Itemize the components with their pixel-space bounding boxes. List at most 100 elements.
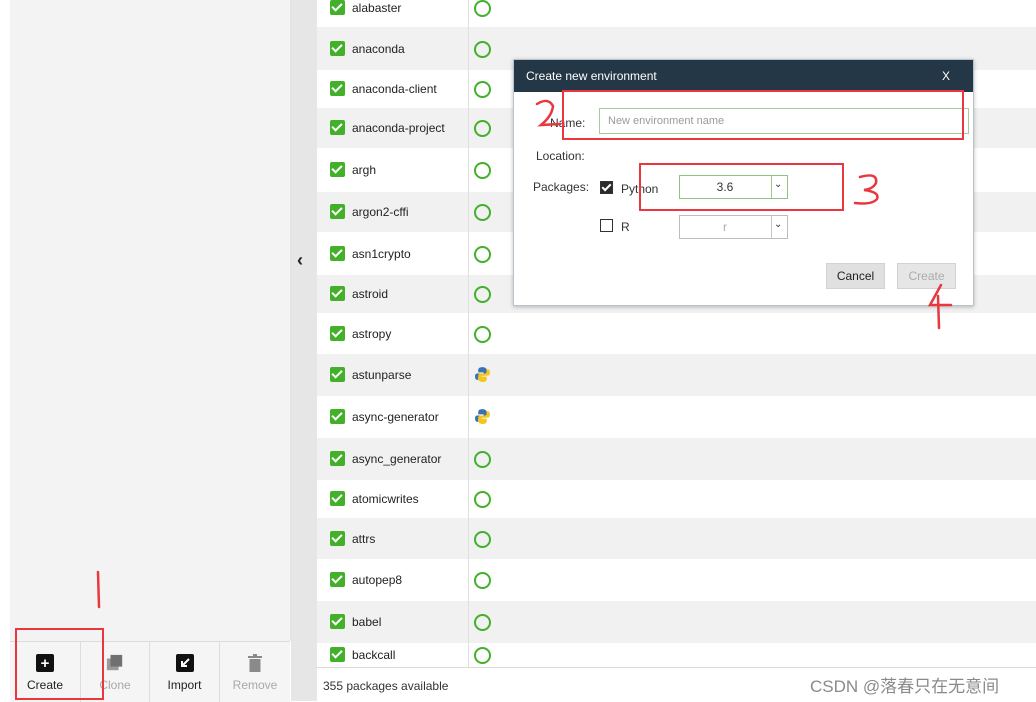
- annotation-box-python: [639, 163, 844, 211]
- column-divider: [468, 27, 469, 70]
- left-gutter: [0, 0, 10, 701]
- import-button-label: Import: [167, 678, 202, 692]
- package-name: backcall: [352, 648, 396, 662]
- dialog-header: Create new environment X: [514, 60, 973, 92]
- package-name: alabaster: [352, 0, 402, 15]
- status-circle-icon: [474, 530, 491, 548]
- package-name: argh: [352, 163, 377, 177]
- column-divider: [468, 643, 469, 667]
- r-version-value: r: [723, 220, 727, 234]
- package-name: async_generator: [352, 452, 442, 466]
- status-circle-icon: [474, 0, 491, 17]
- column-divider: [468, 601, 469, 643]
- python-checkbox[interactable]: [600, 181, 613, 194]
- dialog-title: Create new environment: [526, 69, 657, 83]
- package-checkbox[interactable]: [330, 204, 345, 219]
- package-checkbox[interactable]: [330, 409, 345, 424]
- r-label: R: [621, 220, 630, 234]
- watermark: CSDN @落春只在无意间: [810, 677, 1000, 696]
- column-divider: [468, 559, 469, 601]
- status-circle-icon: [474, 245, 491, 263]
- column-divider: [468, 148, 469, 192]
- column-divider: [468, 354, 469, 396]
- column-divider: [468, 192, 469, 232]
- chevron-down-icon: ⌄: [774, 219, 783, 230]
- column-divider: [468, 313, 469, 354]
- package-name: astropy: [352, 326, 392, 341]
- environments-list-panel: [10, 0, 291, 641]
- table-row[interactable]: attrs: [317, 518, 1036, 559]
- package-checkbox[interactable]: [330, 245, 345, 261]
- package-checkbox[interactable]: [330, 367, 345, 382]
- packages-label: Packages:: [533, 180, 590, 194]
- column-divider: [468, 480, 469, 518]
- package-checkbox[interactable]: [330, 614, 345, 629]
- package-checkbox[interactable]: [330, 491, 345, 506]
- package-name: anaconda-project: [352, 121, 445, 135]
- table-row[interactable]: astropy: [317, 313, 1036, 354]
- status-circle-icon: [474, 325, 491, 343]
- column-divider: [468, 438, 469, 480]
- packages-footer: 355 packages available CSDN @落春只在无意间: [317, 667, 1036, 702]
- import-icon: [175, 654, 194, 672]
- package-checkbox[interactable]: [330, 81, 345, 96]
- cancel-button[interactable]: Cancel: [826, 263, 885, 289]
- column-divider: [468, 0, 469, 27]
- select-divider: [771, 216, 772, 238]
- location-label: Location:: [536, 149, 585, 163]
- package-name: anaconda: [352, 41, 405, 56]
- package-name: anaconda-client: [352, 82, 437, 96]
- status-circle-icon: [474, 647, 491, 664]
- status-circle-icon: [474, 451, 491, 468]
- package-checkbox[interactable]: [330, 530, 345, 546]
- package-name: atomicwrites: [352, 492, 419, 506]
- package-checkbox[interactable]: [330, 572, 345, 587]
- package-name: autopep8: [352, 573, 403, 587]
- clone-icon: [106, 654, 124, 672]
- close-button[interactable]: X: [942, 69, 950, 83]
- import-button[interactable]: Import: [150, 642, 219, 702]
- table-row[interactable]: astunparse: [317, 354, 1036, 396]
- python-icon: [475, 409, 490, 424]
- create-env-button[interactable]: Create: [897, 263, 956, 289]
- status-circle-icon: [474, 614, 491, 631]
- collapse-strip[interactable]: [291, 0, 317, 701]
- chevron-left-icon[interactable]: ‹: [297, 250, 311, 270]
- table-row[interactable]: autopep8: [317, 559, 1036, 601]
- package-checkbox[interactable]: [330, 451, 345, 466]
- package-checkbox[interactable]: [330, 120, 345, 135]
- package-checkbox[interactable]: [330, 286, 345, 301]
- status-circle-icon: [474, 162, 491, 179]
- r-version-select[interactable]: r ⌄: [679, 215, 788, 239]
- python-icon: [475, 367, 490, 382]
- table-row[interactable]: atomicwrites: [317, 480, 1036, 518]
- table-row[interactable]: backcall: [317, 643, 1036, 667]
- package-name: attrs: [352, 531, 376, 546]
- table-row[interactable]: async_generator: [317, 438, 1036, 480]
- package-name: astunparse: [352, 368, 412, 382]
- table-row[interactable]: alabaster: [317, 0, 1036, 27]
- package-checkbox[interactable]: [330, 162, 345, 177]
- status-circle-icon: [474, 286, 491, 303]
- table-row[interactable]: babel: [317, 601, 1036, 643]
- column-divider: [468, 518, 469, 559]
- package-checkbox[interactable]: [330, 0, 345, 15]
- column-divider: [468, 70, 469, 108]
- status-circle-icon: [474, 40, 491, 58]
- remove-button-label: Remove: [232, 678, 278, 692]
- column-divider: [468, 396, 469, 438]
- packages-count: 355 packages available: [323, 679, 449, 693]
- status-circle-icon: [474, 204, 491, 221]
- remove-button[interactable]: Remove: [220, 642, 290, 702]
- package-name: argon2-cffi: [352, 205, 409, 219]
- column-divider: [468, 108, 469, 148]
- table-row[interactable]: async-generator: [317, 396, 1036, 438]
- annotation-box-name: [562, 90, 964, 140]
- package-checkbox[interactable]: [330, 40, 345, 56]
- status-circle-icon: [474, 572, 491, 589]
- r-checkbox[interactable]: [600, 219, 613, 232]
- package-checkbox[interactable]: [330, 325, 345, 341]
- package-name: asn1crypto: [352, 246, 411, 261]
- package-checkbox[interactable]: [330, 647, 345, 662]
- status-circle-icon: [474, 491, 491, 508]
